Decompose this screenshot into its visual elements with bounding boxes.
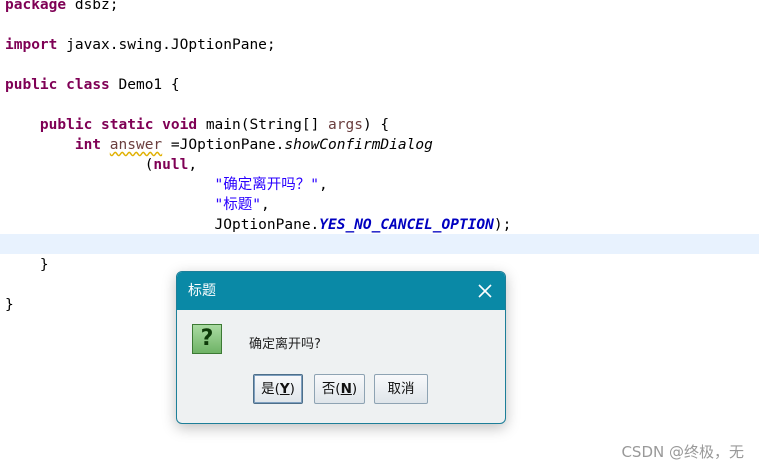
close-icon[interactable] [473,279,497,303]
confirm-dialog: 标题 ? 确定离开吗? 是(Y) 否(N) 取消 [176,271,506,424]
no-button[interactable]: 否(N) [314,374,365,404]
code-line-class: public class Demo1 { [5,77,180,93]
code-line-answer: int answer =JOptionPane.showConfirmDialo… [74,137,433,153]
code-line-close-class: } [5,297,14,313]
dialog-titlebar[interactable]: 标题 [177,272,505,310]
code-line-option-arg: JOptionPane.YES_NO_CANCEL_OPTION); [214,217,512,233]
code-line-null: (null, [144,157,198,173]
code-line-close-method: } [39,257,49,273]
question-icon: ? [192,324,222,354]
code-line-import: import javax.swing.JOptionPane; [5,37,276,53]
code-line-package: package dsbz; [5,0,119,13]
dialog-message: 确定离开吗? [249,337,321,352]
code-line-main: public static void main(String[] args) { [39,117,390,133]
csdn-watermark: CSDN @终极，无 [621,443,744,461]
code-line-message-arg: "确定离开吗？", [214,177,328,193]
cancel-button[interactable]: 取消 [374,374,428,404]
code-line-title-arg: "标题", [214,197,270,213]
dialog-title: 标题 [188,283,216,299]
current-line-highlight [0,234,759,254]
yes-button[interactable]: 是(Y) [253,374,303,404]
